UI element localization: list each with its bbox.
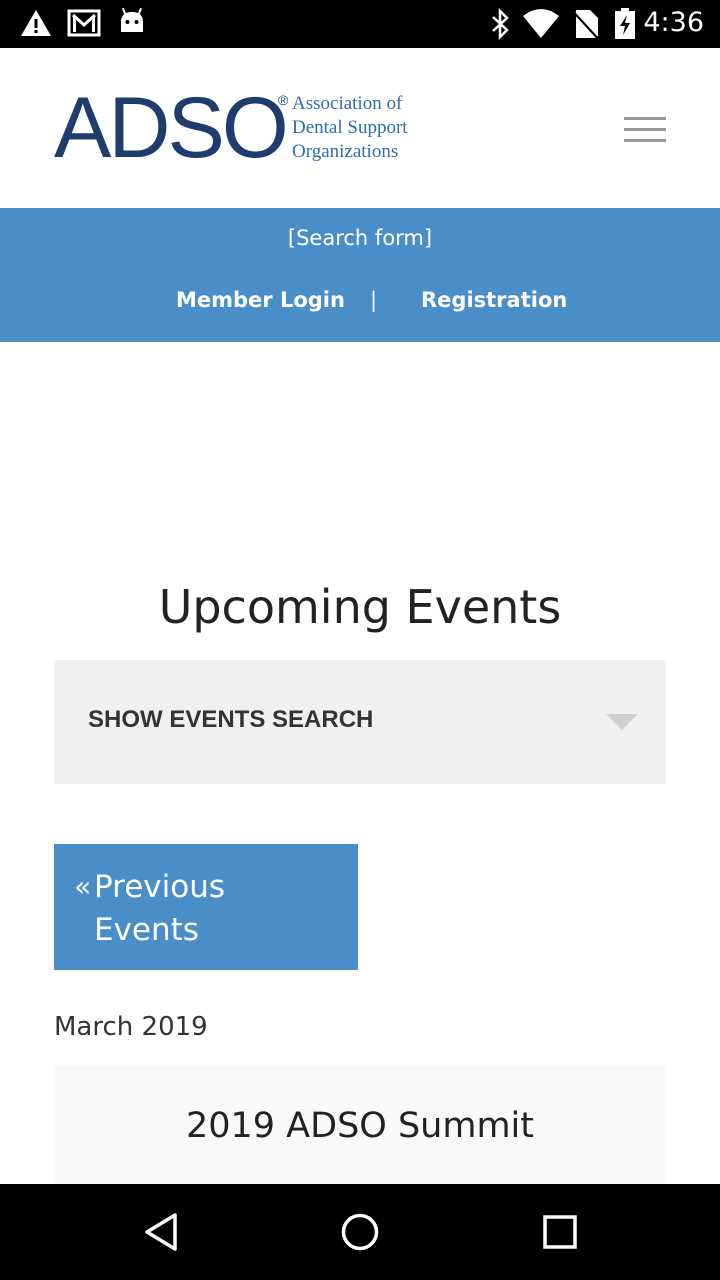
home-icon[interactable] <box>340 1212 380 1256</box>
auth-links: Member Login | Registration <box>0 288 720 318</box>
event-card[interactable]: 2019 ADSO Summit <box>54 1066 666 1184</box>
logo-mark: ADSO <box>54 80 289 176</box>
wifi-icon <box>522 8 560 44</box>
utility-bar: [Search form] Member Login | Registratio… <box>0 208 720 342</box>
battery-charging-icon <box>614 8 636 44</box>
previous-events-button[interactable]: « Previous Events <box>54 844 358 970</box>
no-sim-icon <box>572 8 600 44</box>
recents-icon[interactable] <box>542 1212 578 1256</box>
show-events-search-toggle[interactable]: SHOW EVENTS SEARCH <box>54 660 666 784</box>
page-title: Upcoming Events <box>158 580 562 634</box>
events-search-label: SHOW EVENTS SEARCH <box>88 706 374 733</box>
hamburger-icon[interactable] <box>624 113 666 145</box>
status-bar: 4:36 <box>0 0 720 48</box>
registration-link[interactable]: Registration <box>421 288 567 312</box>
system-nav-bar <box>0 1184 720 1280</box>
logo-text: Association of Dental Support Organizati… <box>292 92 408 164</box>
gmail-icon <box>67 8 101 42</box>
adso-logo[interactable]: ADSO ® Association of Dental Support Org… <box>54 80 434 176</box>
logo-line-1: Association of <box>292 93 403 114</box>
bluetooth-icon <box>488 7 512 44</box>
chevron-down-icon <box>606 714 638 730</box>
site-header: ADSO ® Association of Dental Support Org… <box>0 48 720 208</box>
month-heading: March 2019 <box>54 1012 208 1042</box>
warning-icon <box>20 8 52 42</box>
previous-events-label: Previous Events <box>94 869 226 948</box>
logo-registered-mark: ® <box>278 92 289 108</box>
double-chevron-left-icon: « <box>74 870 92 903</box>
status-time: 4:36 <box>643 7 704 38</box>
logo-line-2: Dental Support <box>292 117 408 138</box>
android-icon <box>119 7 145 42</box>
logo-line-3: Organizations <box>292 141 399 162</box>
member-login-link[interactable]: Member Login <box>176 288 345 312</box>
search-form-placeholder[interactable]: [Search form] <box>0 226 720 250</box>
back-icon[interactable] <box>142 1212 180 1256</box>
link-separator: | <box>370 288 378 312</box>
event-title[interactable]: 2019 ADSO Summit <box>54 1106 666 1146</box>
